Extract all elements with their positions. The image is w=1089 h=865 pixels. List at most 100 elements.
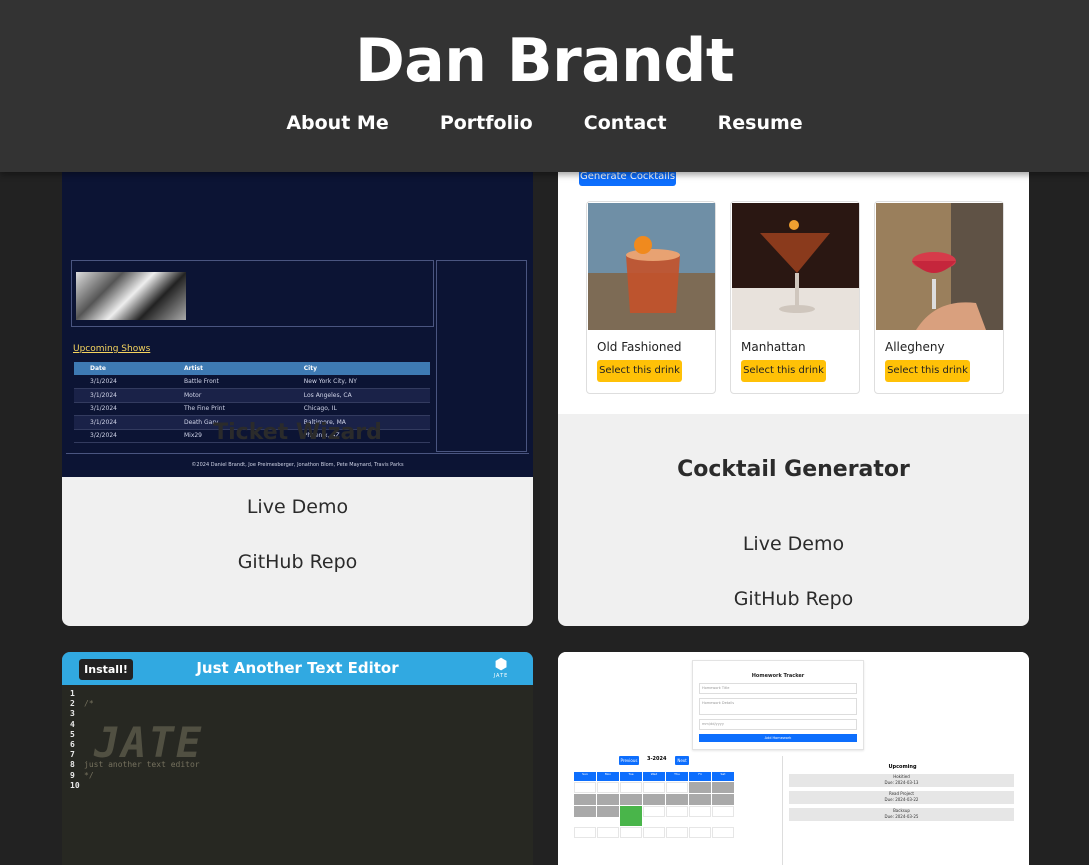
nav-contact[interactable]: Contact bbox=[584, 112, 667, 134]
form-title: Homework Tracker bbox=[751, 673, 805, 679]
table-cell: The Fine Print bbox=[167, 402, 288, 416]
site-header: Dan Brandt About Me Portfolio Contact Re… bbox=[0, 0, 1089, 172]
table-cell: 3/1/2024 bbox=[74, 388, 168, 403]
table-cell: 3/1/2024 bbox=[74, 375, 168, 389]
next-month-button: Next bbox=[675, 756, 689, 765]
jate-title: Just Another Text Editor bbox=[196, 659, 399, 677]
preview-footer: ©2024 Daniel Brandt, Joe Preimesberger, … bbox=[191, 462, 404, 468]
calendar-day bbox=[643, 806, 665, 817]
calendar-day bbox=[689, 827, 711, 838]
calendar-day bbox=[712, 782, 734, 793]
table-cell: Battle Front bbox=[167, 375, 288, 389]
calendar-day bbox=[666, 794, 688, 805]
allegheny-photo bbox=[876, 203, 1003, 330]
table-cell: 3/1/2024 bbox=[74, 402, 168, 416]
cocktail-generator-screenshot[interactable]: Generate Cocktails Old Fashioned Select … bbox=[558, 152, 1029, 414]
table-row: 3/1/2024 Motor Los Angeles, CA bbox=[74, 388, 430, 403]
table-row: 3/1/2024 Battle Front New York City, NY bbox=[74, 375, 430, 389]
github-repo-link[interactable]: GitHub Repo bbox=[558, 588, 1029, 610]
project-title: Cocktail Generator bbox=[677, 457, 910, 482]
calendar-day bbox=[620, 794, 642, 805]
calendar-day bbox=[574, 782, 596, 793]
jate-app-bar: Install! Just Another Text Editor ⬢ JATE bbox=[62, 652, 533, 685]
select-drink-button: Select this drink bbox=[885, 360, 970, 382]
due-date-field: mm/dd/yyyy bbox=[699, 719, 857, 730]
day-header: Tue bbox=[620, 772, 642, 781]
table-header: Date bbox=[74, 362, 168, 375]
upcoming-item: Read Project Due: 2024-03-22 bbox=[789, 791, 1014, 804]
calendar-day bbox=[597, 806, 619, 817]
upcoming-title: Upcoming bbox=[888, 764, 917, 770]
line-number: 2 bbox=[70, 699, 75, 709]
project-card-cocktail-generator: Generate Cocktails Old Fashioned Select … bbox=[558, 152, 1029, 626]
calendar-day bbox=[666, 806, 688, 817]
upcoming-item: Backsup Due: 2024-03-25 bbox=[789, 808, 1014, 821]
upcoming-panel: Upcoming Hokitied Due: 2024-03-13 Read P… bbox=[782, 756, 1022, 865]
homework-details-field: Homework Details bbox=[699, 698, 857, 715]
line-number: 5 bbox=[70, 729, 75, 739]
old-fashioned-photo bbox=[588, 203, 715, 330]
line-number: 7 bbox=[70, 750, 75, 760]
calendar-day bbox=[643, 827, 665, 838]
jate-screenshot[interactable]: Install! Just Another Text Editor ⬢ JATE … bbox=[62, 652, 533, 865]
divider bbox=[66, 453, 529, 454]
upcoming-item-due: Due: 2024-03-25 bbox=[884, 814, 919, 819]
day-header: Sat bbox=[712, 772, 734, 781]
homework-tracker-screenshot[interactable]: Homework Tracker Homework Title Homework… bbox=[558, 652, 1029, 865]
site-title: Dan Brandt bbox=[354, 26, 735, 96]
table-cell: New York City, NY bbox=[287, 375, 430, 389]
live-demo-link[interactable]: Live Demo bbox=[62, 496, 533, 518]
line-number: 10 bbox=[70, 780, 80, 790]
calendar-day bbox=[666, 827, 688, 838]
drink-card: Old Fashioned Select this drink bbox=[586, 201, 716, 394]
table-cell: Motor bbox=[167, 388, 288, 403]
day-header: Wed bbox=[643, 772, 665, 781]
line-number: 3 bbox=[70, 709, 75, 719]
calendar-day bbox=[666, 782, 688, 793]
calendar-day bbox=[689, 794, 711, 805]
calendar-day bbox=[643, 794, 665, 805]
table-header: Artist bbox=[167, 362, 288, 375]
line-number: 4 bbox=[70, 719, 75, 729]
calendar-day bbox=[712, 806, 734, 817]
select-drink-button: Select this drink bbox=[597, 360, 682, 382]
add-homework-button: Add Homework bbox=[699, 734, 857, 742]
jate-logo-icon: ⬢ JATE bbox=[490, 655, 512, 681]
calendar-day bbox=[597, 827, 619, 838]
code-line: /* bbox=[84, 699, 94, 709]
drink-name: Manhattan bbox=[741, 340, 806, 354]
line-number: 1 bbox=[70, 689, 75, 698]
table-row: 3/1/2024 The Fine Print Chicago, IL bbox=[74, 402, 430, 416]
line-number: 8 bbox=[70, 760, 75, 770]
github-repo-link[interactable]: GitHub Repo bbox=[62, 551, 533, 573]
calendar-day bbox=[597, 782, 619, 793]
day-header: Fri bbox=[689, 772, 711, 781]
nav-about-me[interactable]: About Me bbox=[286, 112, 388, 134]
upcoming-item-due: Due: 2024-03-22 bbox=[884, 797, 919, 802]
upcoming-item: Hokitied Due: 2024-03-13 bbox=[789, 774, 1014, 787]
nav-portfolio[interactable]: Portfolio bbox=[440, 112, 533, 134]
day-header: Thu bbox=[666, 772, 688, 781]
calendar-day bbox=[689, 782, 711, 793]
calendar-day bbox=[574, 794, 596, 805]
day-header: Sun bbox=[574, 772, 596, 781]
line-number: 9 bbox=[70, 770, 75, 780]
jate-ascii-art: JATE bbox=[94, 718, 204, 767]
calendar-day bbox=[620, 782, 642, 793]
nav-resume[interactable]: Resume bbox=[718, 112, 803, 134]
select-drink-button: Select this drink bbox=[741, 360, 826, 382]
homework-title-field: Homework Title bbox=[699, 683, 857, 694]
upcoming-item-due: Due: 2024-03-13 bbox=[884, 780, 919, 785]
table-cell: Chicago, IL bbox=[287, 402, 430, 416]
main-nav: About Me Portfolio Contact Resume bbox=[0, 112, 1089, 134]
live-demo-link[interactable]: Live Demo bbox=[558, 533, 1029, 555]
drink-card: Allegheny Select this drink bbox=[874, 201, 1004, 394]
project-card-ticket-wizard: Upcoming Shows Date Artist City 3/1/2024… bbox=[62, 100, 533, 626]
code-line: */ bbox=[84, 770, 94, 780]
day-header: Mon bbox=[597, 772, 619, 781]
table-cell: Los Angeles, CA bbox=[287, 388, 430, 403]
manhattan-photo bbox=[732, 203, 859, 330]
band-photo bbox=[76, 272, 186, 320]
calendar-day-today bbox=[620, 806, 642, 826]
drink-card: Manhattan Select this drink bbox=[730, 201, 860, 394]
